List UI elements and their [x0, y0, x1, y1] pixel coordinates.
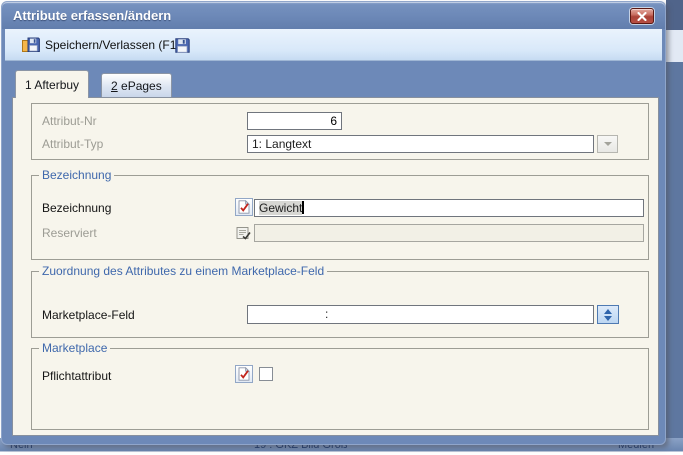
marketplace-groupbox: Marketplace Pflichtattribut — [31, 341, 649, 430]
pflichtattribut-validate-button[interactable] — [235, 365, 253, 383]
background-window-right-edge — [666, 0, 683, 450]
tab-afterbuy[interactable]: 1 Afterbuy — [15, 70, 90, 98]
marketplace-group-title: Marketplace — [39, 341, 111, 355]
bezeichnung-validate-button[interactable] — [235, 198, 253, 216]
background-segment — [666, 0, 683, 30]
pflichtattribut-label: Pflichtattribut — [42, 369, 112, 383]
save-exit-icon — [22, 37, 40, 52]
page-gray-check-icon — [236, 227, 251, 240]
attribut-nr-input[interactable] — [247, 112, 342, 130]
zuordnung-group-title: Zuordnung des Attributes zu einem Market… — [39, 264, 328, 278]
reserviert-label: Reserviert — [42, 226, 97, 240]
save-exit-label: Speichern/Verlassen (F10) — [45, 38, 188, 52]
close-button[interactable] — [630, 8, 654, 24]
attribute-dialog: Attribute erfassen/ändern Speichern/Verl… — [1, 1, 666, 445]
dialog-title: Attribute erfassen/ändern — [13, 8, 172, 23]
background-segment — [666, 30, 683, 62]
zuordnung-groupbox: Zuordnung des Attributes zu einem Market… — [31, 264, 649, 338]
tab-epages-label: 2 ePages — [111, 78, 162, 93]
close-icon — [637, 11, 647, 21]
spinner-down-icon — [604, 315, 612, 321]
page-red-check-icon — [238, 367, 250, 381]
attribut-groupbox: Attribut-Nr Attribut-Typ 1: Langtext — [31, 103, 649, 160]
spinner-up-icon — [604, 308, 612, 314]
attribut-nr-label: Attribut-Nr — [42, 114, 97, 128]
save-icon — [175, 37, 190, 53]
save-button[interactable] — [173, 34, 192, 56]
save-exit-button[interactable]: Speichern/Verlassen (F10) — [20, 34, 189, 56]
marketplace-feld-spinner[interactable] — [597, 305, 619, 324]
page-red-check-icon — [238, 200, 250, 214]
attribut-typ-label: Attribut-Typ — [42, 137, 104, 151]
chevron-down-icon — [603, 142, 612, 146]
title-bar[interactable]: Attribute erfassen/ändern — [2, 2, 665, 29]
reserviert-edit-button — [235, 225, 251, 241]
reserviert-input — [254, 224, 644, 242]
tab-epages[interactable]: 2 ePages — [101, 73, 172, 97]
afterbuy-tab-panel: Attribut-Nr Attribut-Typ 1: Langtext Bez… — [12, 97, 659, 436]
pflichtattribut-checkbox[interactable] — [259, 367, 273, 381]
marketplace-feld-input[interactable]: : — [247, 305, 594, 324]
background-segment — [666, 62, 683, 450]
attribut-typ-value: 1: Langtext — [252, 137, 312, 151]
toolbar: Speichern/Verlassen (F10) — [5, 29, 662, 61]
bezeichnung-value: Gewicht — [259, 201, 303, 215]
bezeichnung-group-title: Bezeichnung — [39, 168, 115, 182]
marketplace-feld-value: : — [325, 307, 329, 321]
bezeichnung-label: Bezeichnung — [42, 201, 112, 215]
bezeichnung-groupbox: Bezeichnung Bezeichnung Gewicht Reservie… — [31, 168, 649, 260]
marketplace-feld-label: Marketplace-Feld — [42, 308, 135, 322]
attribut-typ-dropdown-button — [597, 135, 618, 153]
tab-afterbuy-label: 1 Afterbuy — [25, 77, 80, 92]
attribut-typ-combobox[interactable]: 1: Langtext — [247, 135, 594, 153]
bezeichnung-input[interactable]: Gewicht — [254, 199, 644, 217]
text-caret — [302, 201, 305, 214]
